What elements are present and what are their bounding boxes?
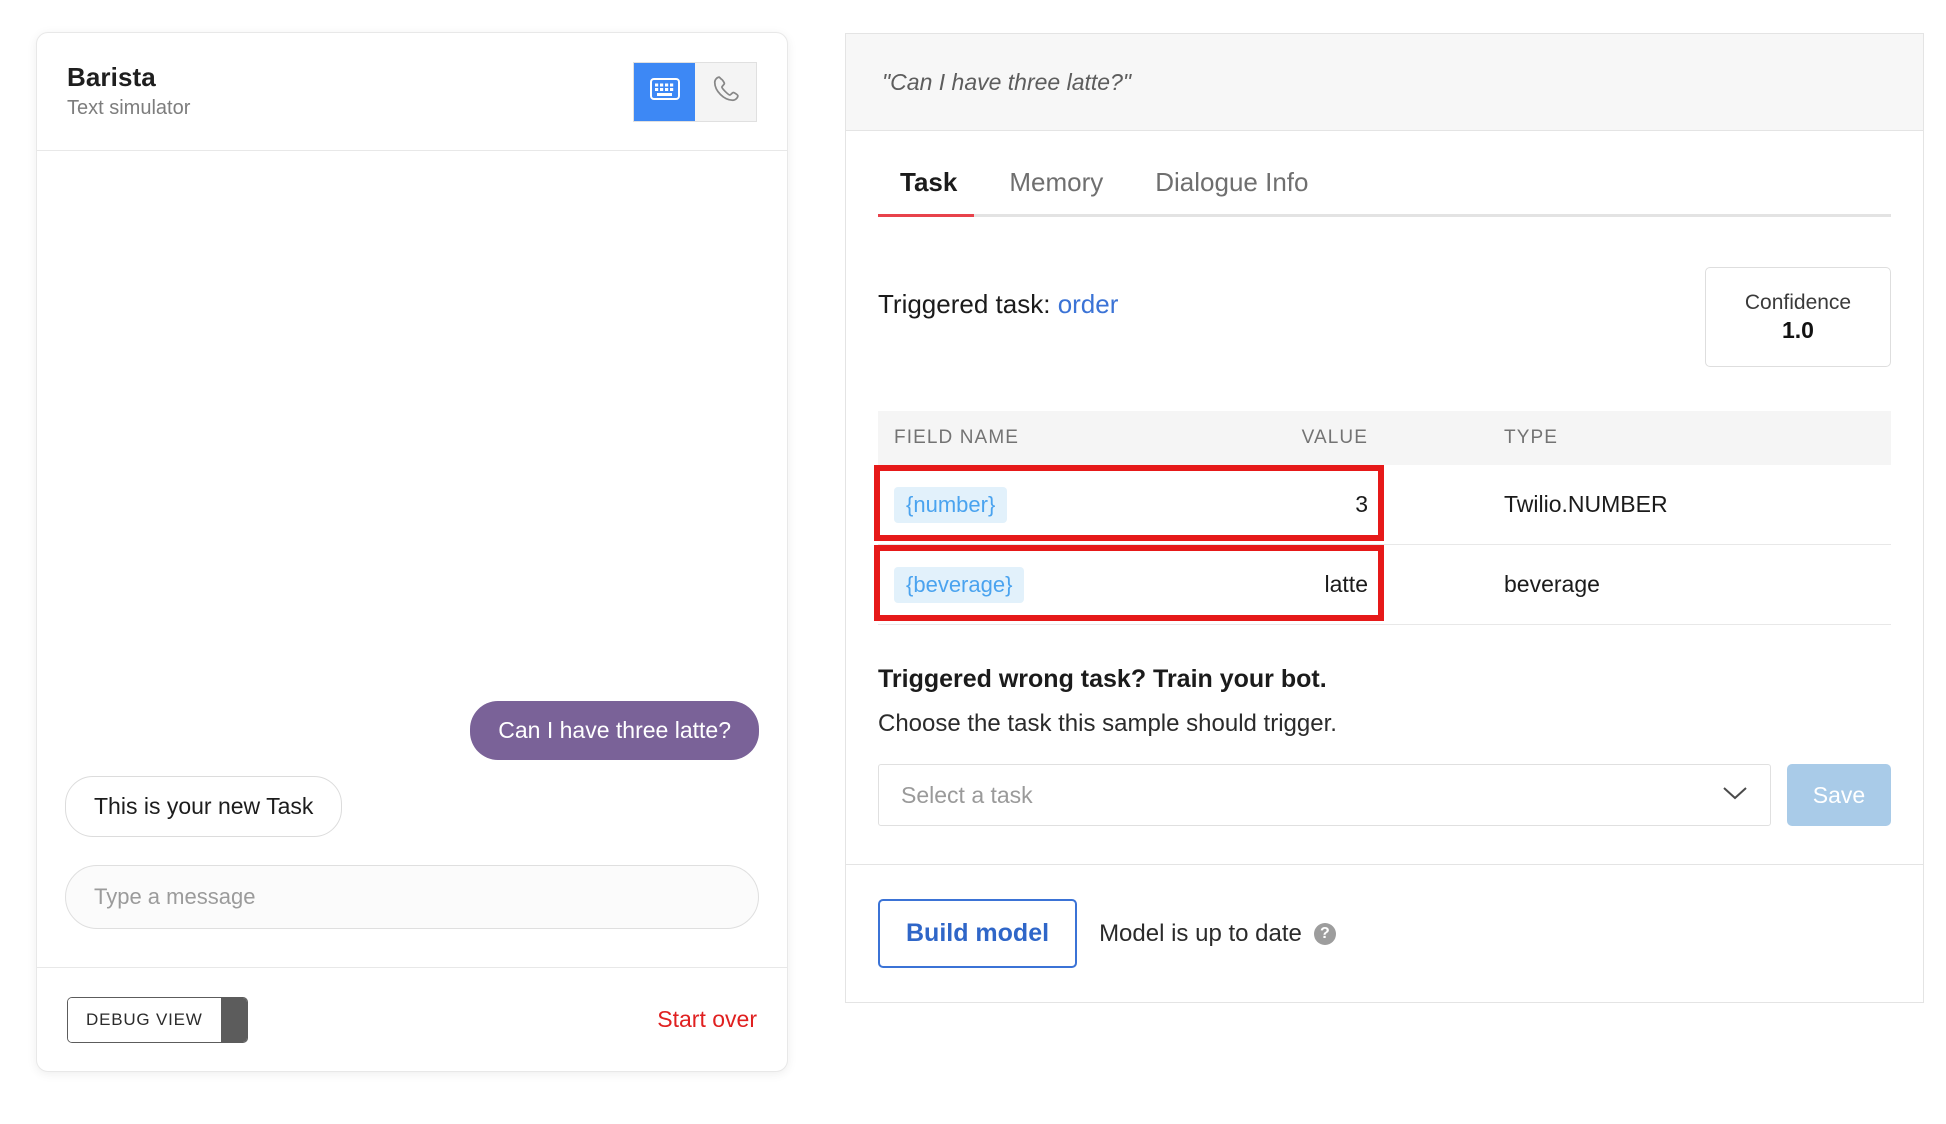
field-type-beverage: beverage bbox=[1504, 571, 1600, 597]
tab-dialogue-info[interactable]: Dialogue Info bbox=[1129, 167, 1334, 214]
confidence-value: 1.0 bbox=[1782, 316, 1814, 343]
train-bot-block: Triggered wrong task? Train your bot. Ch… bbox=[878, 625, 1891, 864]
simulator-subtitle: Text simulator bbox=[67, 97, 191, 120]
confidence-box: Confidence 1.0 bbox=[1705, 267, 1891, 367]
simulator-titles: Barista Text simulator bbox=[67, 61, 633, 121]
fields-table-header: FIELD NAME VALUE TYPE bbox=[878, 411, 1891, 465]
debug-view-knob[interactable] bbox=[220, 997, 247, 1042]
inspector-tabs: Task Memory Dialogue Info bbox=[878, 131, 1891, 214]
field-value-number: 3 bbox=[1355, 491, 1368, 517]
message-row-user: Can I have three latte? bbox=[65, 700, 759, 760]
voice-mode-button[interactable] bbox=[695, 62, 756, 121]
chevron-down-icon bbox=[1722, 785, 1748, 806]
triggered-task-row: Triggered task: order Confidence 1.0 bbox=[878, 217, 1891, 367]
debug-view-label: DEBUG VIEW bbox=[68, 997, 221, 1042]
build-model-button[interactable]: Build model bbox=[878, 899, 1078, 968]
text-mode-button[interactable] bbox=[634, 62, 695, 121]
table-row: {number} 3 Twilio.NUMBER bbox=[878, 465, 1891, 545]
train-bot-subtitle: Choose the task this sample should trigg… bbox=[878, 710, 1337, 737]
tabs-underline bbox=[878, 214, 1891, 217]
text-simulator-card: Barista Text simulator Can I have three … bbox=[36, 32, 788, 1072]
column-header-field-name: FIELD NAME bbox=[894, 427, 1020, 448]
active-tab-indicator bbox=[878, 214, 974, 217]
debug-view-toggle[interactable]: DEBUG VIEW bbox=[67, 996, 248, 1043]
triggered-task-link[interactable]: order bbox=[1058, 289, 1119, 319]
fields-table: FIELD NAME VALUE TYPE {number} 3 Twilio.… bbox=[874, 411, 1891, 625]
user-message-bubble: Can I have three latte? bbox=[470, 700, 759, 760]
message-input[interactable] bbox=[94, 884, 730, 910]
inspector-panel: "Can I have three latte?" Task Memory Di… bbox=[845, 33, 1924, 1003]
keyboard-icon bbox=[649, 78, 680, 105]
simulator-header: Barista Text simulator bbox=[37, 33, 787, 151]
simulator-title: Barista bbox=[67, 61, 156, 92]
simulator-mode-toggle[interactable] bbox=[633, 61, 757, 122]
message-row-bot: This is your new Task bbox=[65, 775, 759, 837]
conversation-area: Can I have three latte? This is your new… bbox=[37, 151, 787, 967]
train-bot-title: Triggered wrong task? Train your bot. bbox=[878, 665, 1327, 693]
phone-icon bbox=[711, 74, 741, 109]
model-status-text: Model is up to date bbox=[1099, 919, 1302, 947]
composer-wrapper bbox=[65, 853, 759, 967]
inspector-quote: "Can I have three latte?" bbox=[882, 68, 1132, 95]
model-status: Model is up to date ? bbox=[1099, 920, 1336, 948]
task-select[interactable]: Select a task bbox=[878, 764, 1771, 826]
field-chip-number[interactable]: {number} bbox=[894, 486, 1008, 523]
field-chip-beverage[interactable]: {beverage} bbox=[894, 566, 1025, 603]
help-icon[interactable]: ? bbox=[1313, 922, 1336, 945]
field-value-beverage: latte bbox=[1324, 571, 1368, 597]
train-bot-controls: Select a task Save bbox=[878, 764, 1891, 826]
column-header-value: VALUE bbox=[1301, 427, 1368, 448]
column-header-type: TYPE bbox=[1504, 427, 1559, 448]
app-screen: Barista Text simulator Can I have three … bbox=[0, 0, 1946, 1124]
field-type-number: Twilio.NUMBER bbox=[1504, 491, 1668, 517]
task-select-placeholder: Select a task bbox=[901, 781, 1033, 808]
inspector-quote-bar: "Can I have three latte?" bbox=[845, 33, 1924, 131]
bot-message-bubble: This is your new Task bbox=[65, 775, 343, 837]
start-over-button[interactable]: Start over bbox=[657, 1006, 757, 1033]
build-model-section: Build model Model is up to date ? bbox=[845, 865, 1924, 1003]
confidence-label: Confidence bbox=[1744, 290, 1852, 314]
tab-task[interactable]: Task bbox=[878, 167, 983, 214]
triggered-task-text: Triggered task: order bbox=[878, 267, 1118, 320]
save-button[interactable]: Save bbox=[1787, 764, 1891, 826]
triggered-task-prefix: Triggered task: bbox=[878, 289, 1051, 319]
message-composer[interactable] bbox=[65, 865, 759, 929]
tab-memory[interactable]: Memory bbox=[983, 167, 1129, 214]
table-row: {beverage} latte beverage bbox=[878, 545, 1891, 625]
inspector-card: Task Memory Dialogue Info Triggered task… bbox=[845, 131, 1924, 865]
simulator-footer: DEBUG VIEW Start over bbox=[37, 967, 787, 1071]
